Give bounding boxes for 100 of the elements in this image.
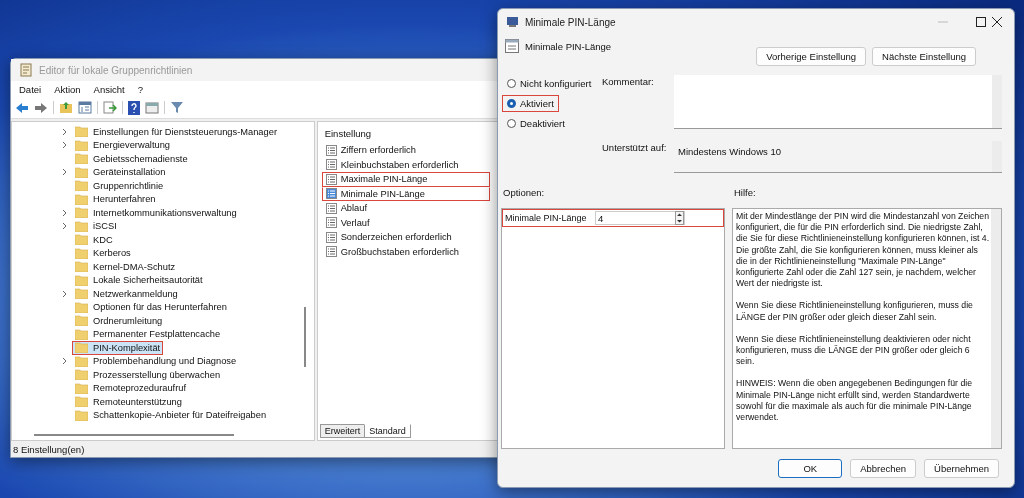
export-icon[interactable] bbox=[103, 101, 117, 114]
dialog-button[interactable]: Abbrechen bbox=[850, 459, 917, 478]
help-icon[interactable] bbox=[128, 100, 140, 115]
setting-icon bbox=[505, 39, 519, 53]
tree-item[interactable]: Prozesserstellung überwachen bbox=[72, 367, 224, 382]
setting-icon bbox=[325, 246, 337, 258]
chevron-right-icon[interactable] bbox=[62, 357, 68, 366]
setting-item[interactable]: Kleinbuchstaben erforderlich bbox=[321, 157, 490, 172]
folder-icon bbox=[75, 126, 88, 138]
chevron-right-icon[interactable] bbox=[62, 289, 68, 298]
folder-icon bbox=[75, 153, 88, 165]
dialog-button[interactable]: OK bbox=[778, 459, 843, 478]
folder-icon bbox=[75, 301, 88, 313]
setting-icon bbox=[325, 173, 337, 185]
folder-icon bbox=[75, 274, 88, 286]
tree-item[interactable]: Optionen für das Herunterfahren bbox=[72, 300, 230, 315]
setting-item[interactable]: Sonderzeichen erforderlich bbox=[321, 230, 490, 245]
folder-icon bbox=[75, 220, 88, 232]
setting-item[interactable]: Ablauf bbox=[321, 201, 490, 216]
setting-item[interactable]: Verlauf bbox=[321, 215, 490, 230]
forward-arrow-icon[interactable] bbox=[34, 101, 48, 114]
scrollbar[interactable] bbox=[991, 209, 1001, 448]
window-icon[interactable] bbox=[145, 101, 159, 114]
setting-icon bbox=[325, 217, 337, 229]
setting-icon bbox=[325, 159, 337, 171]
tree-item[interactable]: Herunterfahren bbox=[72, 192, 159, 207]
folder-icon bbox=[75, 342, 88, 354]
back-arrow-icon[interactable] bbox=[15, 101, 29, 114]
tree-view-icon[interactable] bbox=[78, 101, 92, 114]
radio-option[interactable]: Nicht konfiguriert bbox=[502, 75, 597, 92]
radio-option[interactable]: Aktiviert bbox=[502, 95, 559, 112]
setting-icon bbox=[325, 202, 337, 214]
document-icon bbox=[19, 63, 33, 77]
window-title: Minimale PIN-Länge bbox=[525, 16, 616, 28]
tree-item[interactable]: Energieverwaltung bbox=[72, 138, 173, 153]
setting-item[interactable]: Minimale PIN-Länge bbox=[321, 186, 490, 201]
folder-icon bbox=[75, 139, 88, 151]
tree-item[interactable]: Ordnerumleitung bbox=[72, 313, 166, 328]
setting-item[interactable]: Großbuchstaben erforderlich bbox=[321, 244, 490, 259]
chevron-right-icon[interactable] bbox=[62, 141, 68, 150]
folder-icon bbox=[75, 409, 88, 421]
scrollbar[interactable] bbox=[992, 141, 1002, 172]
tree-item[interactable]: Kerberos bbox=[72, 246, 134, 261]
view-tab[interactable]: Erweitert bbox=[319, 424, 366, 438]
menu-item[interactable]: ? bbox=[137, 83, 144, 95]
folder-icon bbox=[75, 166, 88, 178]
view-tab[interactable]: Standard bbox=[364, 424, 411, 438]
filter-icon[interactable] bbox=[170, 101, 184, 114]
scrollbar[interactable] bbox=[34, 434, 234, 436]
tree-item[interactable]: Gruppenrichtlinie bbox=[72, 178, 167, 193]
navigation-button[interactable]: Nächste Einstellung bbox=[872, 47, 976, 66]
field-label: Kommentar: bbox=[602, 75, 655, 89]
help-paragraph: HINWEIS: Wenn die oben angegebenen Bedingungen für die Minimale PIN-Länge nicht erfüllt sind, werden Standardwerte sowohl für die maximale als auch für die minimale PIN-Länge verwendet. bbox=[736, 378, 974, 424]
tree-item[interactable]: Geräteinstallation bbox=[72, 165, 169, 180]
chevron-right-icon[interactable] bbox=[62, 208, 68, 217]
setting-item[interactable]: Ziffern erforderlich bbox=[321, 143, 490, 158]
tree-item[interactable]: Remoteprozeduraufruf bbox=[72, 381, 190, 396]
tree-item[interactable]: iSCSI bbox=[72, 219, 120, 234]
menu-item[interactable]: Ansicht bbox=[93, 83, 125, 95]
app-icon bbox=[506, 16, 519, 28]
chevron-right-icon[interactable] bbox=[62, 222, 68, 231]
tree-item[interactable]: Problembehandlung und Diagnose bbox=[72, 354, 240, 369]
navigation-button[interactable]: Vorherige Einstellung bbox=[756, 47, 867, 66]
radio-option[interactable]: Deaktiviert bbox=[502, 115, 570, 132]
option-label: Minimale PIN-Länge bbox=[505, 213, 588, 223]
setting-icon bbox=[325, 231, 337, 243]
setting-icon bbox=[325, 144, 337, 156]
spin-arrows-icon[interactable] bbox=[675, 211, 684, 225]
tree-item[interactable]: Netzwerkanmeldung bbox=[72, 286, 181, 301]
folder-icon bbox=[75, 247, 88, 259]
scrollbar[interactable] bbox=[303, 307, 306, 367]
chevron-right-icon[interactable] bbox=[62, 127, 68, 136]
menu-item[interactable]: Aktion bbox=[54, 83, 81, 95]
tree-item[interactable]: KDC bbox=[72, 232, 116, 247]
tree-item[interactable]: Kernel-DMA-Schutz bbox=[72, 259, 179, 274]
number-spinner[interactable]: 4 bbox=[595, 211, 685, 225]
section-label: Hilfe: bbox=[734, 187, 756, 198]
tree-item[interactable]: Schattenkopie-Anbieter für Dateifreigaben bbox=[72, 408, 270, 423]
setting-item[interactable]: Maximale PIN-Länge bbox=[321, 172, 490, 187]
folder-up-icon[interactable] bbox=[59, 101, 73, 114]
help-paragraph: Mit der Mindestlänge der PIN wird die Mindestanzahl von Zeichen konfiguriert, die für die PIN erforderlich sind. Die niedrigste Zahl, die Sie für diese Richtlinieneinstellung konfigurieren können, ist 4. Die größte Zahl, die Sie konfigurieren können, muss kleiner als die in der Richtlinieneinstellung "Maximale PIN-Länge" konfigurierte Zahl oder die Zahl 127 sein, je nachdem, welcher Wert der niedrigste ist. bbox=[736, 211, 990, 290]
tree-item[interactable]: Permanenter Festplattencache bbox=[72, 327, 224, 342]
menu-item[interactable]: Datei bbox=[19, 83, 42, 95]
tree-item[interactable]: PIN-Komplexität bbox=[72, 340, 164, 355]
chevron-right-icon[interactable] bbox=[62, 168, 68, 177]
folder-icon bbox=[75, 180, 88, 192]
folder-icon bbox=[75, 396, 88, 408]
tree-item[interactable]: Gebietsschemadienste bbox=[72, 151, 191, 166]
tree-item[interactable]: Internetkommunikationsverwaltung bbox=[72, 205, 240, 220]
tree-item[interactable]: Einstellungen für Dienststeuerungs-Manager bbox=[72, 124, 280, 139]
window-title: Editor für lokale Gruppenrichtlinien bbox=[39, 64, 193, 76]
maximize-icon[interactable] bbox=[976, 17, 986, 27]
supported-platforms-field: Mindestens Windows 10 bbox=[674, 141, 1002, 173]
close-icon[interactable] bbox=[992, 17, 1002, 27]
scrollbar[interactable] bbox=[992, 75, 1002, 128]
comment-field[interactable] bbox=[674, 75, 1002, 129]
folder-icon bbox=[75, 261, 88, 273]
tree-item[interactable]: Lokale Sicherheitsautorität bbox=[72, 273, 206, 288]
dialog-button[interactable]: Übernehmen bbox=[924, 459, 999, 478]
tree-item[interactable]: Remoteunterstützung bbox=[72, 394, 185, 409]
